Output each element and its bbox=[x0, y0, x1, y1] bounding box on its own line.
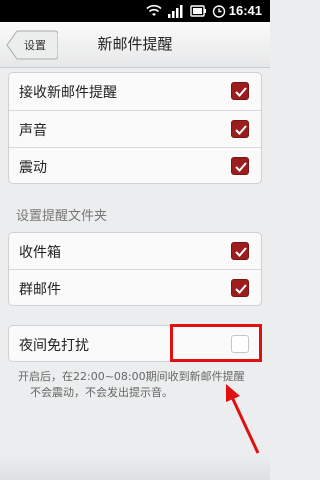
bottom-shade bbox=[0, 455, 270, 480]
annotation-arrow-icon bbox=[226, 384, 260, 454]
